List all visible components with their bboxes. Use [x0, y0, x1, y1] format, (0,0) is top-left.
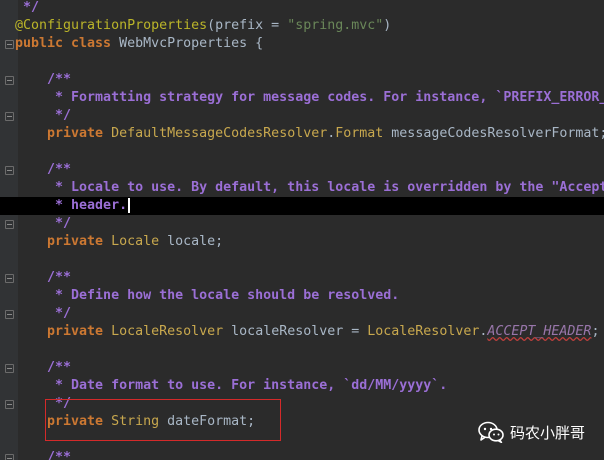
code-token: * header.	[15, 198, 128, 213]
code-token: @ConfigurationProperties	[15, 18, 208, 33]
code-line-text: * header.	[15, 197, 131, 215]
code-line[interactable]	[0, 143, 604, 161]
code-token: private	[15, 324, 112, 339]
code-token: locale;	[167, 234, 224, 249]
code-line[interactable]: /**	[0, 161, 604, 179]
code-token: "spring.mvc"	[287, 18, 384, 33]
watermark: 码农小胖哥	[478, 420, 585, 444]
code-line[interactable]: private DefaultMessageCodesResolver.Form…	[0, 125, 604, 143]
code-line[interactable]: private LocaleResolver localeResolver = …	[0, 323, 604, 341]
code-line-text: * Date format to use. For instance, `dd/…	[15, 377, 447, 395]
code-token: private	[15, 234, 112, 249]
code-line-text: @ConfigurationProperties(prefix = "sprin…	[15, 17, 391, 35]
code-token: Format	[335, 126, 392, 141]
code-token: Locale	[111, 234, 168, 249]
code-token: */	[15, 0, 40, 15]
code-line-text: /**	[15, 71, 71, 89]
code-token: */	[15, 306, 72, 321]
code-line-text: /**	[15, 161, 71, 179]
code-line[interactable]: public class WebMvcProperties {	[0, 35, 604, 53]
code-token: WebMvcProperties {	[119, 36, 264, 51]
code-line[interactable]	[0, 341, 604, 359]
code-line[interactable]	[0, 53, 604, 71]
code-token: /**	[15, 72, 72, 87]
code-token: messageCodesResolverFormat;	[391, 126, 604, 141]
code-token: public class	[15, 36, 120, 51]
code-token: /**	[15, 270, 72, 285]
code-line-text: * Formatting strategy for message codes.…	[15, 89, 604, 107]
code-line-text: */	[15, 107, 71, 125]
code-token: /**	[15, 450, 72, 460]
code-line[interactable]: * Date format to use. For instance, `dd/…	[0, 377, 604, 395]
code-token: * Date format to use. For instance, `dd/…	[15, 378, 448, 393]
code-token: ACCEPT_HEADER	[487, 324, 592, 339]
text-caret	[128, 197, 131, 213]
code-line-text: private LocaleResolver localeResolver = …	[15, 323, 599, 341]
code-token: * Locale to use. By default, this locale…	[15, 180, 604, 195]
code-line-text: * Define how the locale should be resolv…	[15, 287, 399, 305]
code-line[interactable]: /**	[0, 71, 604, 89]
code-line[interactable]	[0, 251, 604, 269]
code-token: /**	[15, 360, 72, 375]
code-line-text: private Locale locale;	[15, 233, 223, 251]
code-token: DefaultMessageCodesResolver	[111, 126, 328, 141]
code-line-text: * Locale to use. By default, this locale…	[15, 179, 604, 197]
wechat-icon	[478, 421, 504, 443]
code-line-text: /**	[15, 359, 71, 377]
code-line-text: */	[15, 215, 71, 233]
code-token: * Define how the locale should be resolv…	[15, 288, 400, 303]
code-token: LocaleResolver	[367, 324, 480, 339]
code-token: (prefix =	[207, 18, 288, 33]
code-line[interactable]: * Formatting strategy for message codes.…	[0, 89, 604, 107]
highlight-box	[45, 399, 281, 441]
code-line[interactable]: */	[0, 0, 604, 17]
code-line-text: private DefaultMessageCodesResolver.Form…	[15, 125, 604, 143]
code-token: * Formatting strategy for message codes.…	[15, 90, 604, 105]
code-line[interactable]: * Locale to use. By default, this locale…	[0, 179, 604, 197]
code-line[interactable]: /**	[0, 269, 604, 287]
code-line-text: /**	[15, 449, 71, 460]
code-editor[interactable]: */ @ConfigurationProperties(prefix = "spr…	[0, 0, 604, 460]
code-token: */	[15, 108, 72, 123]
code-token: localeResolver =	[231, 324, 368, 339]
code-token: private	[15, 126, 112, 141]
code-line[interactable]: * header.	[0, 197, 604, 215]
code-line-text: public class WebMvcProperties {	[15, 35, 263, 53]
watermark-text: 码农小胖哥	[510, 423, 586, 442]
code-token: */	[15, 216, 72, 231]
code-line-text: /**	[15, 269, 71, 287]
code-line[interactable]: */	[0, 215, 604, 233]
code-line[interactable]: */	[0, 305, 604, 323]
code-line[interactable]: @ConfigurationProperties(prefix = "sprin…	[0, 17, 604, 35]
code-line-text: */	[15, 305, 71, 323]
code-line[interactable]: /**	[0, 359, 604, 377]
code-line[interactable]: /**	[0, 449, 604, 460]
code-line[interactable]: */	[0, 107, 604, 125]
code-token: )	[383, 18, 392, 33]
code-token: ;	[591, 324, 600, 339]
code-line[interactable]: * Define how the locale should be resolv…	[0, 287, 604, 305]
code-token: /**	[15, 162, 72, 177]
code-token: LocaleResolver	[111, 324, 232, 339]
code-line[interactable]: private Locale locale;	[0, 233, 604, 251]
code-line-text: */	[15, 0, 39, 17]
